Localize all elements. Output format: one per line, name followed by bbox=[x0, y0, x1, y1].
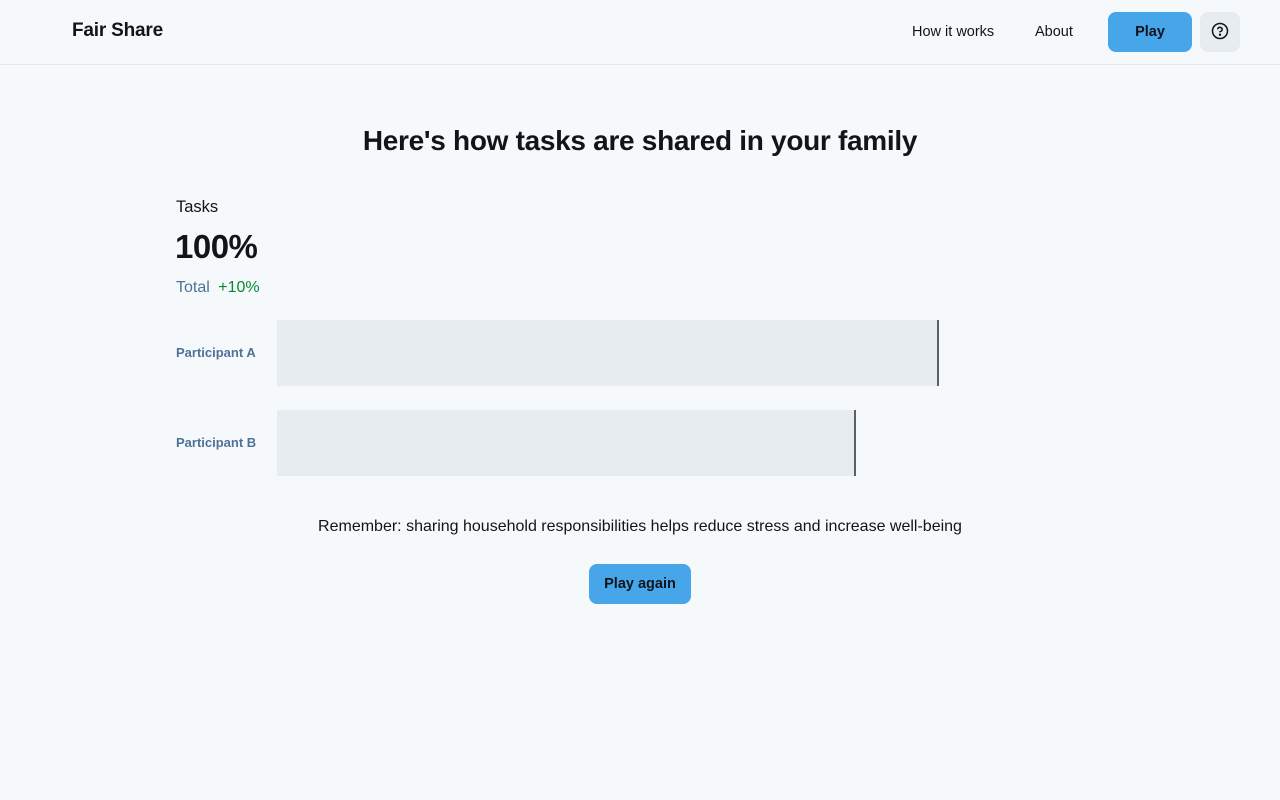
participant-a-label: Participant A bbox=[176, 345, 256, 360]
stat-label: Tasks bbox=[176, 198, 219, 216]
question-circle-icon bbox=[1211, 22, 1229, 43]
participant-b-label: Participant B bbox=[176, 435, 257, 450]
participant-a-bar bbox=[277, 320, 939, 386]
nav-how-it-works[interactable]: How it works bbox=[912, 24, 994, 40]
participant-a-marker bbox=[937, 320, 939, 386]
reminder-text: Remember: sharing household responsibili… bbox=[318, 518, 962, 535]
stat-value: 100% bbox=[175, 228, 258, 265]
play-again-button[interactable]: Play again bbox=[589, 564, 691, 604]
stat-sub-label: Total bbox=[176, 279, 210, 296]
stat-delta: +10% bbox=[218, 279, 260, 296]
stat-subtitle: Total +10% bbox=[176, 279, 260, 297]
participant-b-bar bbox=[277, 410, 856, 476]
top-header: Fair Share How it works About Play bbox=[0, 0, 1280, 65]
nav-about[interactable]: About bbox=[1035, 24, 1073, 40]
help-button[interactable] bbox=[1200, 12, 1240, 52]
participant-b-marker bbox=[854, 410, 856, 476]
page-title: Here's how tasks are shared in your fami… bbox=[362, 125, 918, 156]
play-button[interactable]: Play bbox=[1108, 12, 1192, 52]
brand-logo-text[interactable]: Fair Share bbox=[72, 20, 163, 42]
